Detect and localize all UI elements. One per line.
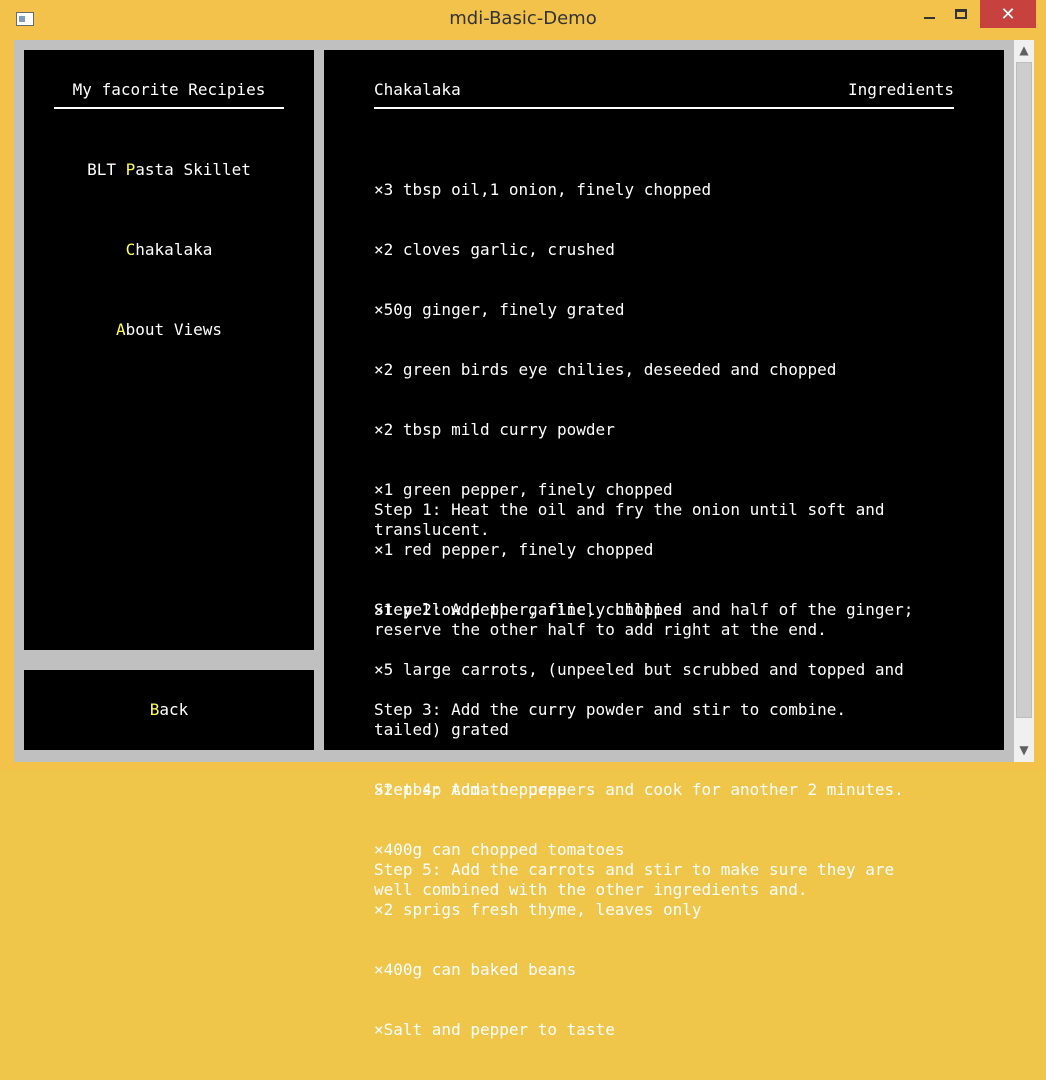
sidebar-item-chakalaka[interactable]: Chakalaka <box>54 240 284 260</box>
maximize-button[interactable] <box>938 0 984 28</box>
recipe-step: Step 4: Add the peppers and cook for ano… <box>374 780 904 799</box>
vertical-scrollbar[interactable]: ▲ ▼ <box>1014 40 1034 762</box>
back-button[interactable]: Back <box>24 700 314 720</box>
sidebar-title: My facorite Recipies <box>72 80 266 99</box>
sidebar-item-blt-pasta-skillet[interactable]: BLT Pasta Skillet <box>54 160 284 180</box>
client-area: My facorite Recipies BLT Pasta Skillet C… <box>14 40 1014 1039</box>
scroll-up-button[interactable]: ▲ <box>1014 40 1034 60</box>
list-item: ×50g ginger, finely grated <box>374 300 625 319</box>
recipe-list-panel: My facorite Recipies BLT Pasta Skillet C… <box>24 50 314 650</box>
list-item: ×3 tbsp oil,1 onion, finely chopped <box>374 180 712 199</box>
sidebar-item-about-views[interactable]: About Views <box>54 320 284 340</box>
scroll-down-button[interactable]: ▼ <box>1014 740 1034 760</box>
chevron-up-icon: ▲ <box>1019 43 1029 57</box>
back-suffix: ack <box>159 700 189 719</box>
tab-ingredients[interactable]: Ingredients <box>848 80 954 100</box>
recipe-step: Step 1: Heat the oil and fry the onion u… <box>374 500 885 539</box>
list-item: ×400g can baked beans <box>374 960 577 979</box>
sidebar-item-suffix: hakalaka <box>135 240 213 259</box>
recipe-steps: Step 1: Heat the oil and fry the onion u… <box>374 460 913 960</box>
sidebar-item-prefix: BLT <box>87 160 126 179</box>
scrollbar-thumb[interactable] <box>1016 62 1032 718</box>
list-item: ×2 green birds eye chilies, deseeded and… <box>374 360 837 379</box>
maximize-icon <box>955 9 967 19</box>
app-window: mdi-Basic-Demo ✕ My facorite Recipies BL… <box>0 0 1046 1039</box>
recipe-step: Step 2: Add the garlic, chillies and hal… <box>374 600 914 639</box>
sidebar-divider <box>54 107 284 109</box>
recipe-title: Chakalaka <box>374 80 461 99</box>
list-item: ×Salt and pepper to taste <box>374 1020 615 1039</box>
back-panel: Back <box>24 670 314 750</box>
list-item: ×2 tbsp mild curry powder <box>374 420 615 439</box>
close-button[interactable]: ✕ <box>980 0 1036 28</box>
hotkey-letter: C <box>125 240 136 259</box>
sidebar-item-suffix: bout Views <box>125 320 222 339</box>
hotkey-letter: B <box>149 700 160 719</box>
hotkey-letter: P <box>125 160 136 179</box>
sidebar-item-suffix: asta Skillet <box>135 160 251 179</box>
minimize-icon <box>923 17 935 19</box>
content-divider <box>374 107 954 109</box>
hotkey-letter: A <box>116 320 126 339</box>
chevron-down-icon: ▼ <box>1019 743 1029 757</box>
title-bar[interactable]: mdi-Basic-Demo ✕ <box>0 0 1046 40</box>
recipe-step: Step 5: Add the carrots and stir to make… <box>374 860 895 899</box>
recipe-step: Step 3: Add the curry powder and stir to… <box>374 700 847 719</box>
window-title: mdi-Basic-Demo <box>449 8 597 29</box>
recipe-content-panel: Chakalaka Ingredients ×3 tbsp oil,1 onio… <box>324 50 1004 1039</box>
list-item: ×2 cloves garlic, crushed <box>374 240 615 259</box>
close-icon: ✕ <box>1000 3 1016 25</box>
